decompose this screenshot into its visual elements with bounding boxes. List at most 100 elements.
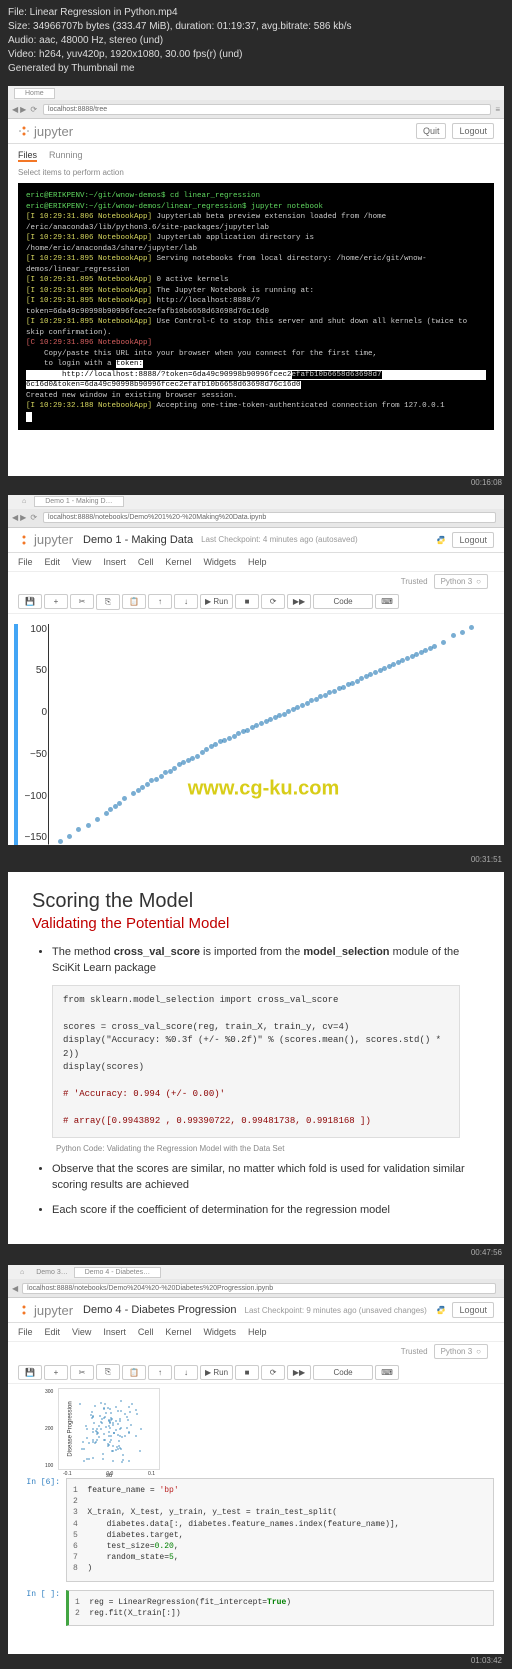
forward-icon[interactable]: ▶ <box>20 513 26 522</box>
jupyter-tabs: Files Running <box>8 144 504 168</box>
cell-body-1[interactable]: 1 feature_name = 'bp' 2 3 X_train, X_tes… <box>66 1478 494 1582</box>
browser-tabs: Home <box>8 86 504 100</box>
quit-button[interactable]: Quit <box>416 123 447 139</box>
code-caption: Python Code: Validating the Regression M… <box>56 1144 480 1153</box>
forward-icon[interactable]: ▶ <box>20 105 26 114</box>
timestamp-2: 00:31:51 <box>0 855 512 868</box>
notebook-menu-4: File Edit View Insert Cell Kernel Widget… <box>8 1323 504 1342</box>
thumbnail-panel-4: ⌂Demo 3…Demo 4 - Diabetes… ◀ localhost:8… <box>8 1265 504 1654</box>
slide-subtitle: Validating the Potential Model <box>32 915 480 932</box>
up-icon[interactable]: ↑ <box>148 594 172 609</box>
cell-prompt-1: In [6]: <box>18 1478 66 1487</box>
logout-button[interactable]: Logout <box>452 123 494 139</box>
copy-icon[interactable]: ⎘ <box>96 1364 120 1380</box>
cell-body-2[interactable]: 1 reg = LinearRegression(fit_intercept=T… <box>66 1590 494 1626</box>
save-icon[interactable]: 💾 <box>18 594 42 609</box>
menu-icon[interactable]: ≡ <box>495 105 500 114</box>
python-icon <box>436 1305 446 1315</box>
restart-icon[interactable]: ⟳ <box>261 594 285 609</box>
menu-widgets[interactable]: Widgets <box>203 557 236 567</box>
up-icon[interactable]: ↑ <box>148 1365 172 1380</box>
code-cell-1[interactable]: In [6]: 1 feature_name = 'bp' 2 3 X_trai… <box>18 1478 494 1582</box>
kernel-badge-4[interactable]: Python 3 ○ <box>434 1344 488 1359</box>
menu-help[interactable]: Help <box>248 557 267 567</box>
thumbnail-panel-3: Scoring the Model Validating the Potenti… <box>8 872 504 1245</box>
reload-icon[interactable]: ⟳ <box>30 105 37 114</box>
browser-chrome-4: ◀ localhost:8888/notebooks/Demo%204%20-%… <box>8 1279 504 1298</box>
browser-tabs-4: ⌂Demo 3…Demo 4 - Diabetes… <box>8 1265 504 1279</box>
menu-file[interactable]: File <box>18 557 33 567</box>
notebook-title[interactable]: Demo 1 - Making Data <box>83 534 193 546</box>
bullet-3: Each score if the coefficient of determi… <box>52 1202 480 1219</box>
browser-chrome-2: ◀ ▶ ⟳ localhost:8888/notebooks/Demo%201%… <box>8 509 504 528</box>
cut-icon[interactable]: ✂ <box>70 594 94 609</box>
logout-button-2[interactable]: Logout <box>452 532 494 548</box>
meta-generated: Generated by Thumbnail me <box>8 62 504 76</box>
trusted-label: Trusted <box>401 577 428 586</box>
fastforward-icon[interactable]: ▶▶ <box>287 594 311 609</box>
restart-icon[interactable]: ⟳ <box>261 1365 285 1380</box>
jupyter-logo-2: jupyter Demo 1 - Making Data Last Checkp… <box>18 532 358 547</box>
browser-chrome: ◀ ▶ ⟳ localhost:8888/tree ≡ <box>8 100 504 119</box>
notebook-toolbar: 💾 + ✂ ⎘ 📋 ↑ ↓ ▶ Run ■ ⟳ ▶▶ Code ⌨ <box>8 591 504 614</box>
paste-icon[interactable]: 📋 <box>122 1365 146 1380</box>
browser-tabs-2: ⌂Demo 1 - Making D… <box>8 495 504 509</box>
run-button[interactable]: ▶ Run <box>200 594 233 609</box>
logout-button-4[interactable]: Logout <box>452 1302 494 1318</box>
timestamp-4: 01:03:42 <box>0 1656 512 1669</box>
url-bar[interactable]: localhost:8888/tree <box>43 104 491 115</box>
meta-file: File: Linear Regression in Python.mp4 <box>8 6 504 20</box>
thumbnail-panel-2: ⌂Demo 1 - Making D… ◀ ▶ ⟳ localhost:8888… <box>8 495 504 845</box>
jupyter-title: jupyter <box>34 124 73 139</box>
watermark: www.cg-ku.com <box>188 777 340 800</box>
scatter-chart: 100 50 0 −50 −100 −150 www.cg-ku.com <box>48 624 478 845</box>
copy-icon[interactable]: ⎘ <box>96 594 120 610</box>
back-icon[interactable]: ◀ <box>12 513 18 522</box>
celltype-select[interactable]: Code <box>313 594 373 609</box>
url-bar-2[interactable]: localhost:8888/notebooks/Demo%201%20-%20… <box>43 512 496 523</box>
trusted-label-4: Trusted <box>401 1347 428 1356</box>
stop-icon[interactable]: ■ <box>235 594 259 609</box>
meta-audio: Audio: aac, 48000 Hz, stereo (und) <box>8 34 504 48</box>
notebook-menu: File Edit View Insert Cell Kernel Widget… <box>8 553 504 572</box>
side-note: Select items to perform action <box>8 168 504 177</box>
python-icon <box>436 535 446 545</box>
code-block: from sklearn.model_selection import cros… <box>52 985 460 1138</box>
reload-icon[interactable]: ⟳ <box>30 513 37 522</box>
timestamp-1: 00:16:08 <box>0 478 512 491</box>
fastforward-icon[interactable]: ▶▶ <box>287 1365 311 1380</box>
stop-icon[interactable]: ■ <box>235 1365 259 1380</box>
kernel-badge[interactable]: Python 3 ○ <box>434 574 488 589</box>
tab-files[interactable]: Files <box>18 150 37 162</box>
terminal-output: eric@ERIKPENV:~/git/wnow-demos$ cd linea… <box>18 183 494 430</box>
run-button-4[interactable]: ▶ Run <box>200 1365 233 1380</box>
down-icon[interactable]: ↓ <box>174 1365 198 1380</box>
add-cell-icon[interactable]: + <box>44 594 68 609</box>
save-icon[interactable]: 💾 <box>18 1365 42 1380</box>
menu-kernel[interactable]: Kernel <box>165 557 191 567</box>
checkpoint-text: Last Checkpoint: 4 minutes ago (autosave… <box>201 535 358 544</box>
code-cell-2[interactable]: In [ ]: 1 reg = LinearRegression(fit_int… <box>18 1590 494 1626</box>
down-icon[interactable]: ↓ <box>174 594 198 609</box>
add-cell-icon[interactable]: + <box>44 1365 68 1380</box>
jupyter-logo: jupyter <box>18 124 73 139</box>
notebook-title-4[interactable]: Demo 4 - Diabetes Progression <box>83 1304 236 1316</box>
cell-prompt-2: In [ ]: <box>18 1590 66 1599</box>
paste-icon[interactable]: 📋 <box>122 594 146 609</box>
checkpoint-text-4: Last Checkpoint: 9 minutes ago (unsaved … <box>245 1306 427 1315</box>
url-bar-4[interactable]: localhost:8888/notebooks/Demo%204%20-%20… <box>22 1283 496 1294</box>
command-palette-icon[interactable]: ⌨ <box>375 1365 399 1380</box>
back-icon[interactable]: ◀ <box>12 105 18 114</box>
meta-size: Size: 34966707b bytes (333.47 MiB), dura… <box>8 20 504 34</box>
menu-insert[interactable]: Insert <box>103 557 126 567</box>
tab-running[interactable]: Running <box>49 150 83 162</box>
menu-view[interactable]: View <box>72 557 91 567</box>
menu-edit[interactable]: Edit <box>45 557 61 567</box>
bullet-2: Observe that the scores are similar, no … <box>52 1161 480 1194</box>
menu-cell[interactable]: Cell <box>138 557 154 567</box>
back-icon[interactable]: ◀ <box>12 1284 18 1293</box>
celltype-select-4[interactable]: Code <box>313 1365 373 1380</box>
command-palette-icon[interactable]: ⌨ <box>375 594 399 609</box>
mini-scatter-chart: Disease Progression s6 -0.10.00.1 100200… <box>58 1388 160 1470</box>
cut-icon[interactable]: ✂ <box>70 1365 94 1380</box>
